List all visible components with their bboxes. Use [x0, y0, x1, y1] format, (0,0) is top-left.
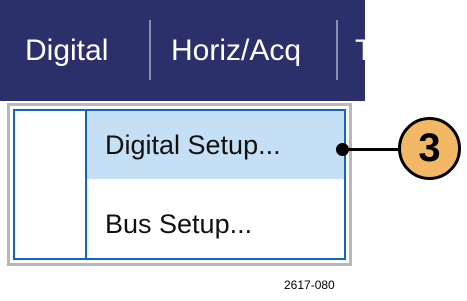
- digital-dropdown-menu: Digital Setup... Bus Setup...: [7, 103, 352, 266]
- callout-dot: [336, 143, 349, 156]
- callout-number: 3: [418, 126, 441, 170]
- menu-item-bus-setup-label: Bus Setup...: [105, 209, 253, 239]
- menu-trigger-label: T: [355, 33, 374, 67]
- menu-separator: [149, 20, 151, 80]
- menu-separator: [336, 20, 338, 80]
- figure-id: 2617-080: [284, 278, 335, 292]
- dropdown-frame: Digital Setup... Bus Setup...: [13, 109, 346, 260]
- menu-horiz-acq-label: Horiz/Acq: [171, 33, 302, 67]
- menu-digital[interactable]: Digital: [25, 0, 108, 101]
- menu-item-bus-setup[interactable]: Bus Setup...: [87, 189, 344, 260]
- callout-number-badge: 3: [398, 117, 461, 180]
- menu-trigger[interactable]: T: [355, 0, 373, 101]
- menu-item-digital-setup-label: Digital Setup...: [105, 129, 281, 160]
- menu-horiz-acq[interactable]: Horiz/Acq: [171, 0, 301, 101]
- menu-digital-label: Digital: [25, 33, 109, 67]
- callout-leader-line: [343, 148, 403, 151]
- menu-bar: Digital Horiz/Acq T: [0, 0, 373, 101]
- menu-item-digital-setup[interactable]: Digital Setup...: [87, 111, 344, 179]
